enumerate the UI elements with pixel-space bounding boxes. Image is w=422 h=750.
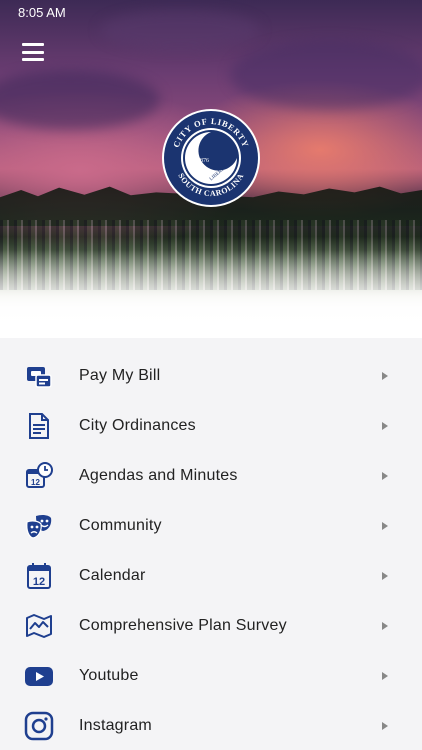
menu-item-pay-my-bill[interactable]: Pay My Bill bbox=[0, 351, 422, 401]
menu-item-city-ordinances[interactable]: City Ordinances bbox=[0, 401, 422, 451]
menu-item-calendar[interactable]: 12 Calendar bbox=[0, 551, 422, 601]
menu-item-label: Comprehensive Plan Survey bbox=[79, 617, 287, 634]
menu-item-instagram[interactable]: Instagram bbox=[0, 701, 422, 750]
chevron-right-icon bbox=[382, 372, 388, 380]
cloud bbox=[230, 40, 422, 110]
menu-item-label: Pay My Bill bbox=[79, 367, 161, 384]
instagram-icon bbox=[24, 711, 54, 741]
menu-item-agendas-and-minutes[interactable]: 12 Agendas and Minutes bbox=[0, 451, 422, 501]
chevron-right-icon bbox=[382, 672, 388, 680]
menu-item-community[interactable]: Community bbox=[0, 501, 422, 551]
chevron-right-icon bbox=[382, 572, 388, 580]
main-menu: Pay My Bill City Ordinances 12 Agendas a… bbox=[0, 338, 422, 750]
cloud bbox=[100, 10, 260, 50]
menu-item-label: Youtube bbox=[79, 667, 139, 684]
menu-item-label: Agendas and Minutes bbox=[79, 467, 238, 484]
theater-masks-icon bbox=[24, 511, 54, 541]
cloud bbox=[0, 70, 160, 130]
chevron-right-icon bbox=[382, 722, 388, 730]
svg-text:12: 12 bbox=[31, 478, 40, 487]
hamburger-menu-icon[interactable] bbox=[18, 40, 48, 64]
svg-text:12: 12 bbox=[33, 576, 45, 588]
city-seal: CITY OF LIBERTY SOUTH CAROLINA 1876 LIBE… bbox=[161, 108, 261, 208]
menu-item-youtube[interactable]: Youtube bbox=[0, 651, 422, 701]
calendar-clock-icon: 12 bbox=[24, 461, 54, 491]
menu-item-label: Instagram bbox=[79, 717, 152, 734]
chevron-right-icon bbox=[382, 622, 388, 630]
bill-payment-icon bbox=[24, 361, 54, 391]
chevron-right-icon bbox=[382, 522, 388, 530]
hero-fade bbox=[0, 250, 422, 338]
menu-item-label: Calendar bbox=[79, 567, 146, 584]
menu-item-label: Community bbox=[79, 517, 162, 534]
calendar-icon: 12 bbox=[24, 561, 54, 591]
status-time: 8:05 AM bbox=[18, 5, 66, 20]
document-icon bbox=[24, 411, 54, 441]
menu-item-label: City Ordinances bbox=[79, 417, 196, 434]
map-icon bbox=[24, 611, 54, 641]
seal-year: 1876 bbox=[197, 158, 209, 164]
menu-item-comprehensive-plan-survey[interactable]: Comprehensive Plan Survey bbox=[0, 601, 422, 651]
youtube-icon bbox=[24, 661, 54, 691]
chevron-right-icon bbox=[382, 472, 388, 480]
chevron-right-icon bbox=[382, 422, 388, 430]
